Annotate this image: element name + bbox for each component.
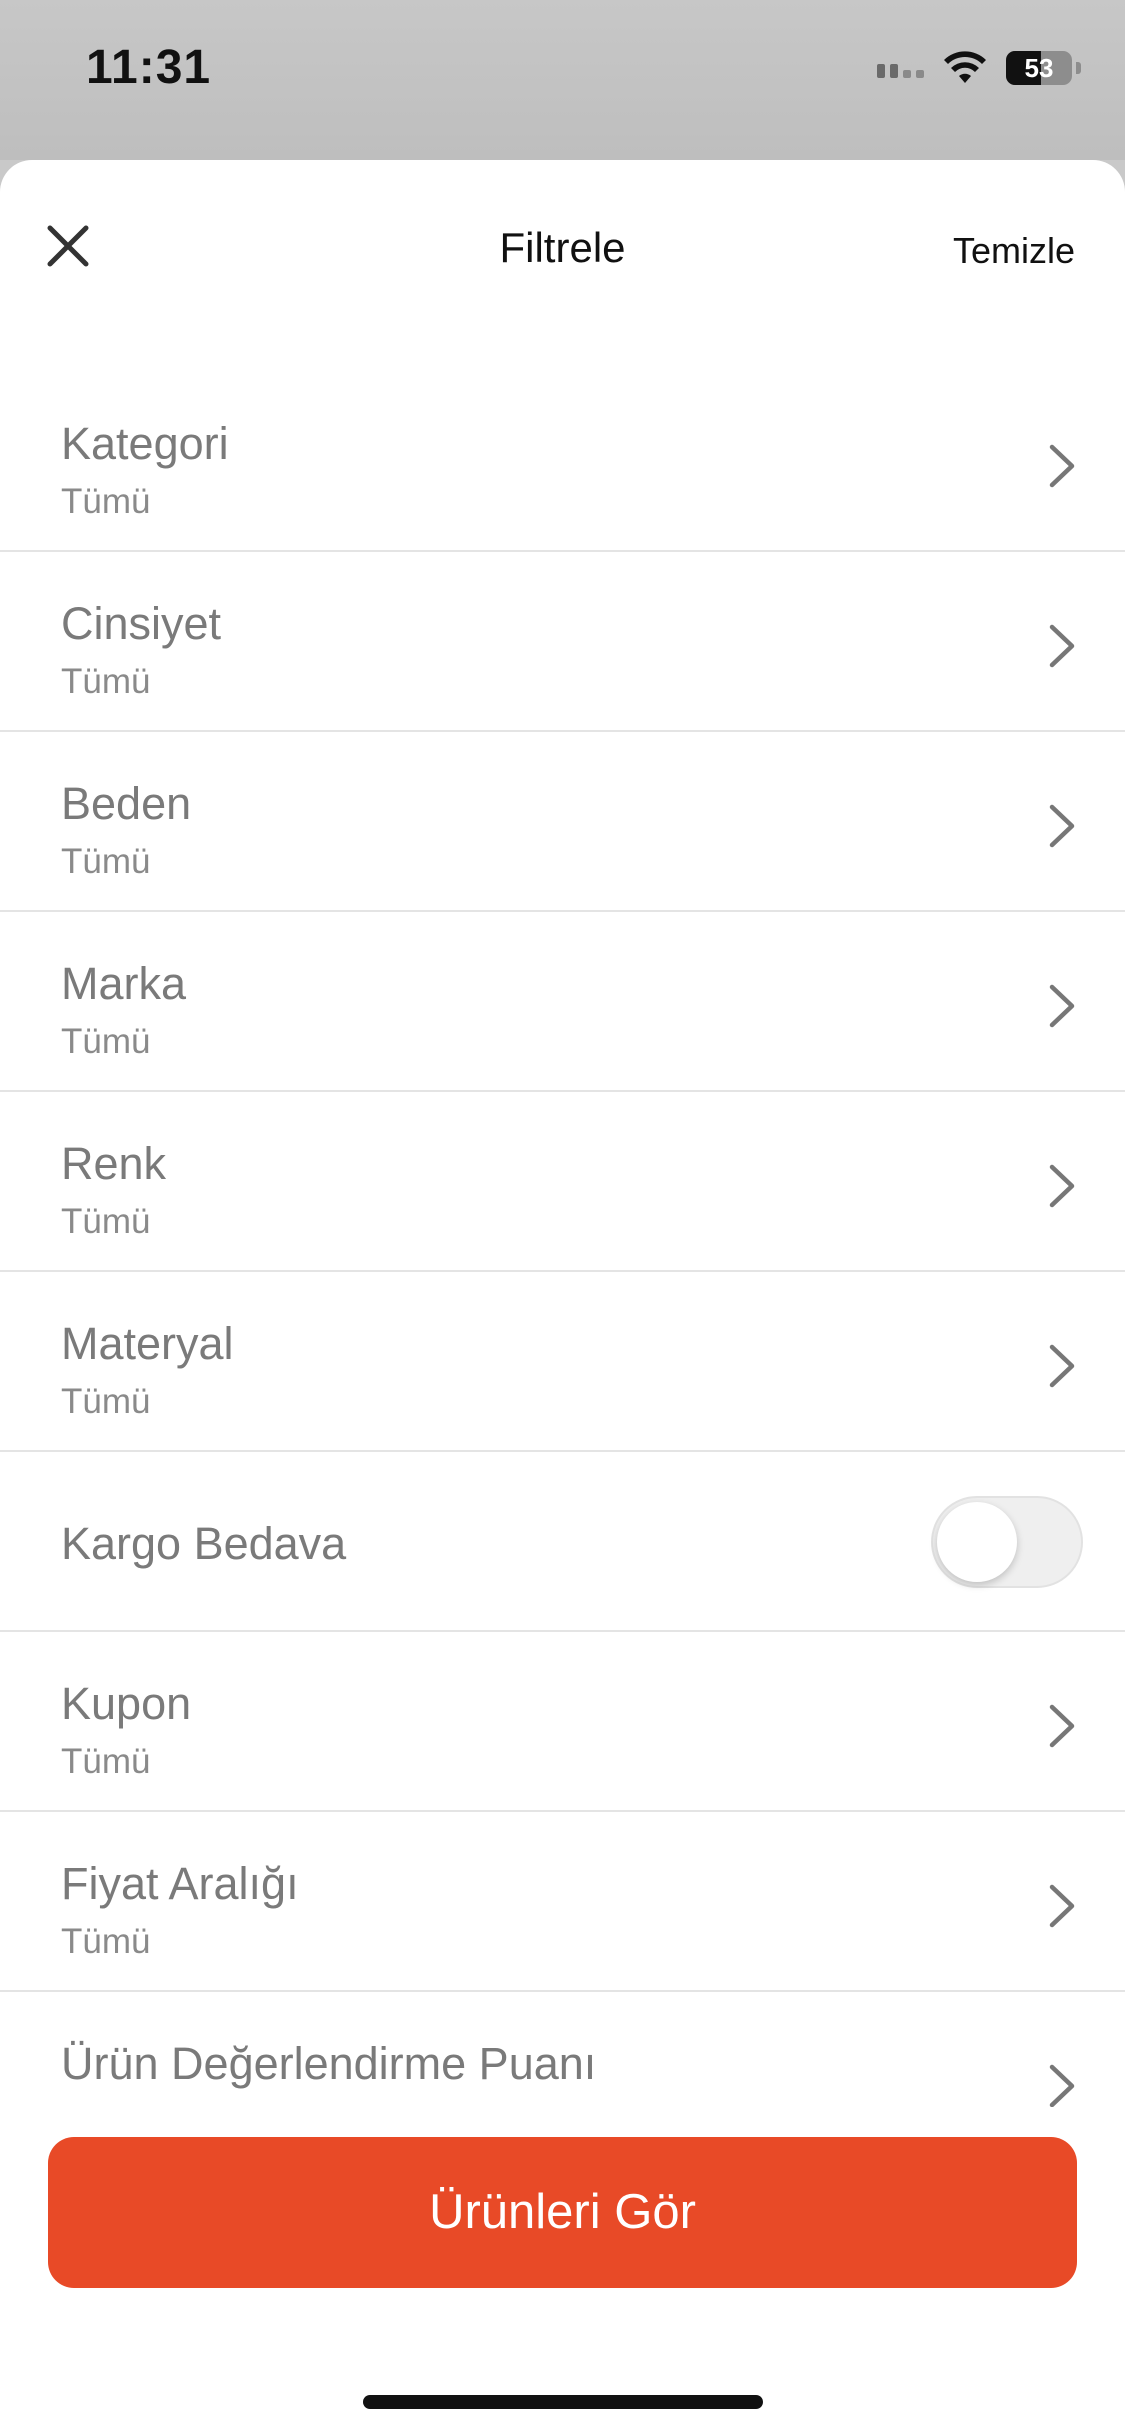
- filter-label: Marka: [61, 958, 187, 1009]
- clear-button[interactable]: Temizle: [953, 230, 1075, 272]
- toggle-knob: [937, 1502, 1017, 1582]
- filter-row-cinsiyet[interactable]: Cinsiyet Tümü: [0, 552, 1125, 732]
- free-shipping-toggle[interactable]: [931, 1496, 1083, 1588]
- filter-value: Tümü: [61, 1202, 151, 1241]
- status-icons: 53: [877, 46, 1081, 90]
- chevron-right-icon: [1049, 444, 1075, 488]
- battery-icon: 53: [1006, 51, 1072, 85]
- wifi-icon: [944, 51, 986, 83]
- filter-value: Tümü: [61, 1922, 151, 1961]
- filter-label: Beden: [61, 778, 192, 829]
- filter-label: Renk: [61, 1138, 167, 1189]
- bottom-action-area: Ürünleri Gör: [0, 2107, 1125, 2436]
- filter-row-marka[interactable]: Marka Tümü: [0, 912, 1125, 1092]
- filter-value: Tümü: [61, 662, 151, 701]
- filter-value: Tümü: [61, 842, 151, 881]
- chevron-right-icon: [1049, 1164, 1075, 1208]
- sheet-header: Filtrele Temizle: [0, 160, 1125, 340]
- filter-label: Ürün Değerlendirme Puanı: [61, 2038, 597, 2089]
- filter-label: Fiyat Aralığı: [61, 1858, 299, 1909]
- battery-tip: [1076, 62, 1081, 74]
- filter-list: Kategori Tümü Cinsiyet Tümü Beden Tümü M…: [0, 372, 1125, 2122]
- filter-label: Kupon: [61, 1678, 192, 1729]
- filter-row-beden[interactable]: Beden Tümü: [0, 732, 1125, 912]
- filter-label: Cinsiyet: [61, 598, 222, 649]
- filter-row-urun-degerlendirme-puani[interactable]: Ürün Değerlendirme Puanı Tümü: [0, 1992, 1125, 2122]
- chevron-right-icon: [1049, 1884, 1075, 1928]
- filter-row-kupon[interactable]: Kupon Tümü: [0, 1632, 1125, 1812]
- filter-value: Tümü: [61, 1022, 151, 1061]
- filter-label: Kargo Bedava: [61, 1518, 347, 1569]
- chevron-right-icon: [1049, 2064, 1075, 2108]
- chevron-right-icon: [1049, 804, 1075, 848]
- filter-row-renk[interactable]: Renk Tümü: [0, 1092, 1125, 1272]
- filter-value: Tümü: [61, 482, 151, 521]
- filter-value: Tümü: [61, 1742, 151, 1781]
- status-time: 11:31: [86, 41, 212, 94]
- signal-icon: [877, 58, 924, 78]
- filter-label: Kategori: [61, 418, 229, 469]
- filter-label: Materyal: [61, 1318, 234, 1369]
- chevron-right-icon: [1049, 1704, 1075, 1748]
- filter-row-kargo-bedava: Kargo Bedava: [0, 1452, 1125, 1632]
- filter-row-materyal[interactable]: Materyal Tümü: [0, 1272, 1125, 1452]
- chevron-right-icon: [1049, 984, 1075, 1028]
- status-bar: 11:31 53: [0, 0, 1125, 160]
- filter-row-fiyat-araligi[interactable]: Fiyat Aralığı Tümü: [0, 1812, 1125, 1992]
- filter-value: Tümü: [61, 1382, 151, 1421]
- battery-level: 53: [1024, 53, 1054, 83]
- chevron-right-icon: [1049, 1344, 1075, 1388]
- filter-row-kategori[interactable]: Kategori Tümü: [0, 372, 1125, 552]
- show-products-button[interactable]: Ürünleri Gör: [48, 2137, 1077, 2288]
- filter-sheet: Filtrele Temizle Kategori Tümü Cinsiyet …: [0, 160, 1125, 2436]
- home-indicator: [363, 2395, 763, 2409]
- chevron-right-icon: [1049, 624, 1075, 668]
